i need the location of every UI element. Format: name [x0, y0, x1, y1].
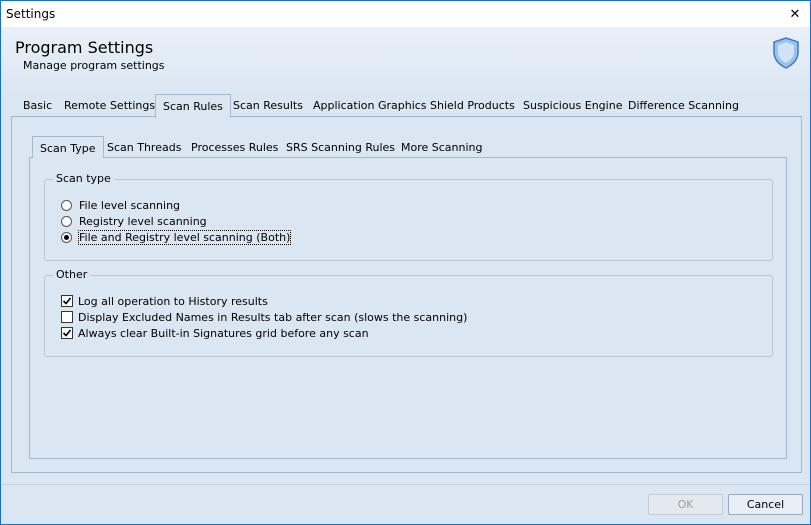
other-legend: Other	[53, 268, 91, 281]
ok-button[interactable]: OK	[648, 494, 723, 515]
radio-dot-icon	[64, 234, 69, 240]
radio-button-selected[interactable]	[61, 231, 72, 243]
page-header: Program Settings Manage program settings	[1, 27, 810, 93]
tab-scan-results[interactable]: Scan Results	[226, 94, 310, 117]
checkbox-log-history[interactable]: Log all operation to History results	[61, 293, 268, 309]
checkbox-label: Always clear Built-in Signatures grid be…	[78, 326, 369, 340]
checkbox-clear-signatures[interactable]: Always clear Built-in Signatures grid be…	[61, 325, 369, 341]
tab-scan-type[interactable]: Scan Type	[32, 136, 104, 158]
shield-icon	[773, 37, 799, 69]
main-tab-strip: Basic Remote Settings Scan Rules Scan Re…	[13, 94, 803, 118]
checkmark-icon	[62, 329, 72, 337]
checkbox[interactable]	[61, 327, 73, 339]
window-title: Settings	[6, 7, 56, 21]
tab-scan-threads[interactable]: Scan Threads	[100, 136, 188, 157]
tab-shield-products[interactable]: Shield Products	[423, 94, 522, 117]
page-title: Program Settings	[15, 38, 154, 57]
tab-srs-scanning-rules[interactable]: SRS Scanning Rules	[279, 136, 402, 157]
other-group: Other Log all operation to History resul…	[44, 268, 773, 357]
radio-registry-level[interactable]: Registry level scanning	[61, 213, 207, 229]
checkmark-icon	[62, 297, 72, 305]
radio-label: Registry level scanning	[79, 214, 207, 228]
close-button[interactable]: ✕	[780, 1, 810, 27]
tab-suspicious-engine[interactable]: Suspicious Engine	[516, 94, 629, 117]
footer-divider	[1, 484, 810, 485]
tab-scan-rules[interactable]: Scan Rules	[155, 94, 231, 118]
radio-file-level[interactable]: File level scanning	[61, 197, 180, 213]
radio-label: File and Registry level scanning (Both)	[77, 229, 292, 245]
tab-remote-settings[interactable]: Remote Settings	[57, 94, 162, 117]
radio-button[interactable]	[61, 215, 72, 227]
radio-label: File level scanning	[79, 198, 181, 212]
tab-application-graphics[interactable]: Application Graphics	[306, 94, 434, 117]
radio-button[interactable]	[61, 199, 72, 211]
scan-type-group: Scan type File level scanning Registry l…	[44, 172, 773, 261]
tab-more-scanning[interactable]: More Scanning	[394, 136, 490, 157]
tab-basic[interactable]: Basic	[16, 94, 59, 117]
checkbox[interactable]	[61, 295, 73, 307]
checkbox-label: Log all operation to History results	[78, 294, 268, 308]
title-bar: Settings ✕	[1, 1, 810, 27]
scan-type-legend: Scan type	[53, 172, 114, 185]
tab-difference-scanning[interactable]: Difference Scanning	[621, 94, 746, 117]
tab-processes-rules[interactable]: Processes Rules	[184, 136, 285, 157]
close-icon: ✕	[789, 6, 801, 22]
radio-file-and-registry[interactable]: File and Registry level scanning (Both)	[61, 229, 292, 245]
checkbox[interactable]	[61, 311, 73, 323]
settings-window: Settings ✕ Program Settings Manage progr…	[0, 0, 811, 525]
checkbox-label: Display Excluded Names in Results tab af…	[78, 310, 468, 324]
checkbox-display-excluded[interactable]: Display Excluded Names in Results tab af…	[61, 309, 467, 325]
page-subtitle: Manage program settings	[23, 59, 165, 72]
cancel-button[interactable]: Cancel	[728, 494, 803, 515]
sub-tab-strip: Scan Type Scan Threads Processes Rules S…	[32, 136, 772, 158]
